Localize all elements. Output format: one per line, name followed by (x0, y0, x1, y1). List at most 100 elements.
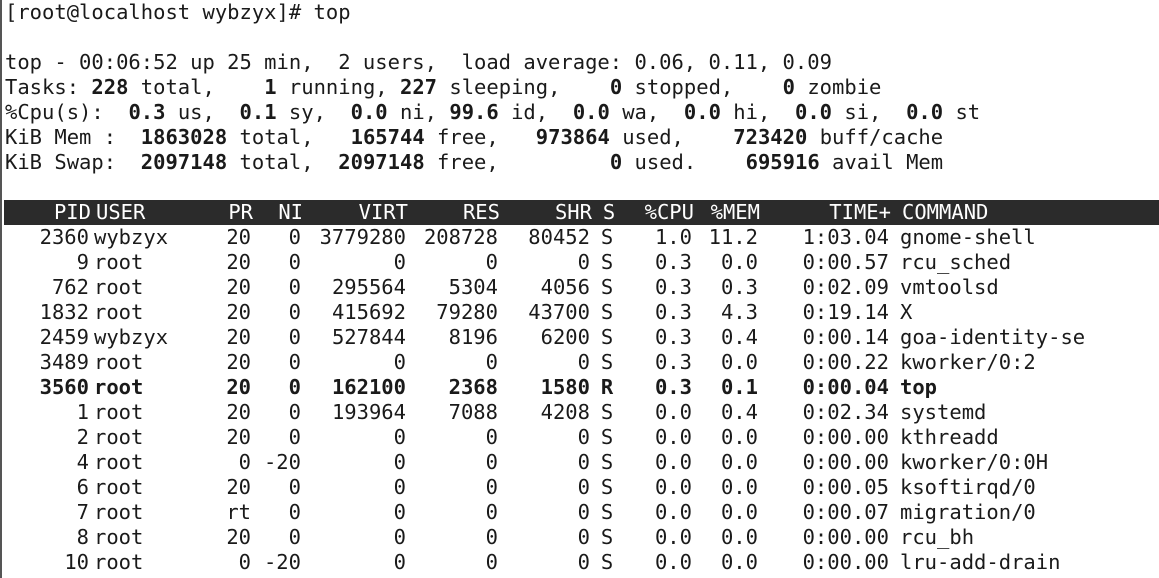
process-virt: 0 (393, 500, 406, 524)
process-user: root (94, 300, 144, 324)
process-cpu: 1.0 (654, 225, 692, 249)
col-header-pr[interactable]: PR (216, 200, 253, 225)
process-row[interactable]: 6 root 20 0 0 0 0 S 0.0 0.0 0:00.05 ksoftirqd/0 (2, 475, 1159, 500)
process-virt: 3779280 (319, 225, 406, 249)
process-state: S (600, 275, 614, 299)
process-row[interactable]: 2459 wybzyx 20 0 527844 8196 6200 S 0.3 0.4 0:00.1… (2, 325, 1159, 350)
process-virt: 193964 (331, 400, 406, 424)
process-user: root (94, 450, 144, 474)
col-header-shr[interactable]: SHR (500, 200, 592, 225)
process-table-header: PID USER PR NI VIRT RES SHR S %CPU %MEM … (4, 200, 1159, 225)
process-time: 0:19.14 (802, 300, 889, 324)
process-row[interactable]: 9 root 20 0 0 0 0 S 0.3 0.0 0:00.57 rcu_sched (2, 250, 1159, 275)
process-ni: 0 (288, 325, 301, 349)
process-pr: 20 (226, 525, 251, 549)
process-virt: 415692 (331, 300, 406, 324)
process-pr: 20 (226, 325, 251, 349)
process-shr: 6200 (540, 325, 590, 349)
process-virt: 0 (393, 350, 406, 374)
process-res: 0 (485, 350, 498, 374)
process-res: 208728 (423, 225, 498, 249)
process-shr: 0 (577, 500, 590, 524)
process-cpu: 0.0 (654, 500, 692, 524)
process-shr: 0 (577, 350, 590, 374)
col-header-pid[interactable]: PID (4, 200, 91, 225)
process-row[interactable]: 3489 root 20 0 0 0 0 S 0.3 0.0 0:00.22 kworker/0:2 (2, 350, 1159, 375)
col-header-ni[interactable]: NI (253, 200, 303, 225)
process-command: kthreadd (900, 425, 999, 449)
process-row[interactable]: 8 root 20 0 0 0 0 S 0.0 0.0 0:00.00 rcu_bh (2, 525, 1159, 550)
process-mem: 0.0 (720, 425, 758, 449)
process-shr: 0 (577, 550, 590, 574)
process-ni: -20 (263, 550, 301, 574)
process-mem: 0.4 (720, 325, 758, 349)
process-virt: 0 (393, 525, 406, 549)
process-ni: 0 (288, 300, 301, 324)
process-pid: 9 (76, 250, 89, 274)
col-header-cpu[interactable]: %CPU (619, 200, 694, 225)
process-pr: 20 (226, 475, 251, 499)
cpu-line: %Cpu(s): 0.3 us, 0.1 sy, 0.0 ni, 99.6 id… (5, 100, 981, 124)
process-pid: 7 (76, 500, 89, 524)
process-row[interactable]: 1832 root 20 0 415692 79280 43700 S 0.3 4.3 0:19.1… (2, 300, 1159, 325)
process-virt: 527844 (331, 325, 406, 349)
process-ni: 0 (288, 350, 301, 374)
process-shr: 1580 (540, 375, 590, 399)
process-mem: 11.2 (708, 225, 758, 249)
process-user: root (94, 250, 144, 274)
process-cpu: 0.3 (654, 325, 692, 349)
process-pid: 2 (76, 425, 89, 449)
process-virt: 0 (393, 550, 406, 574)
process-row[interactable]: 3560 root 20 0 162100 2368 1580 R 0.3 0.1 0:00.04 t… (2, 375, 1159, 400)
process-res: 79280 (436, 300, 498, 324)
process-row[interactable]: 7 root rt 0 0 0 0 S 0.0 0.0 0:00.07 migration/0 (2, 500, 1159, 525)
process-cpu: 0.3 (654, 250, 692, 274)
process-pr: 20 (226, 225, 251, 249)
process-ni: 0 (288, 400, 301, 424)
process-pr: 20 (226, 250, 251, 274)
process-shr: 0 (577, 450, 590, 474)
process-mem: 0.0 (720, 350, 758, 374)
process-pid: 10 (64, 550, 89, 574)
process-cpu: 0.0 (654, 550, 692, 574)
col-header-res[interactable]: RES (408, 200, 500, 225)
process-pid: 3489 (39, 350, 89, 374)
mem-line: KiB Mem : 1863028 total, 165744 free, 97… (5, 125, 944, 149)
process-user: root (94, 400, 144, 424)
process-row[interactable]: 1 root 20 0 193964 7088 4208 S 0.0 0.4 0:02.34 syst… (2, 400, 1159, 425)
terminal-window[interactable]: [root@localhost wybzyx]# top top - 00:06… (0, 0, 1159, 578)
process-state: S (600, 350, 614, 374)
process-row[interactable]: 2360 wybzyx 20 0 3779280 208728 80452 S 1.0 11.2 1… (2, 225, 1159, 250)
process-cpu: 0.0 (654, 525, 692, 549)
process-shr: 0 (577, 475, 590, 499)
process-mem: 0.1 (720, 375, 758, 399)
process-mem: 0.4 (720, 400, 758, 424)
process-user: root (94, 475, 144, 499)
process-row[interactable]: 4 root 0 -20 0 0 0 S 0.0 0.0 0:00.00 kworker/0:0H (2, 450, 1159, 475)
process-state: S (600, 325, 614, 349)
process-user: root (94, 500, 144, 524)
process-state: S (600, 225, 614, 249)
process-command: top (900, 375, 938, 399)
col-header-command[interactable]: COMMAND (902, 200, 1157, 225)
process-shr: 80452 (528, 225, 590, 249)
col-header-user[interactable]: USER (96, 200, 216, 225)
process-res: 0 (485, 450, 498, 474)
process-cpu: 0.0 (654, 425, 692, 449)
col-header-mem[interactable]: %MEM (694, 200, 760, 225)
process-user: root (94, 350, 144, 374)
col-header-virt[interactable]: VIRT (303, 200, 408, 225)
process-mem: 0.0 (720, 475, 758, 499)
process-command: lru-add-drain (900, 550, 1061, 574)
process-row[interactable]: 2 root 20 0 0 0 0 S 0.0 0.0 0:00.00 kthreadd (2, 425, 1159, 450)
process-command: systemd (900, 400, 987, 424)
process-command: kworker/0:2 (900, 350, 1036, 374)
process-time: 1:03.04 (802, 225, 889, 249)
process-time: 0:00.04 (802, 375, 889, 399)
process-time: 0:00.00 (802, 525, 889, 549)
process-row[interactable]: 10 root 0 -20 0 0 0 S 0.0 0.0 0:00.00 lru-add-drain (2, 550, 1159, 575)
col-header-state[interactable]: S (599, 200, 619, 225)
col-header-time[interactable]: TIME+ (760, 200, 891, 225)
process-row[interactable]: 762 root 20 0 295564 5304 4056 S 0.3 0.3 0:02.09 vm… (2, 275, 1159, 300)
process-time: 0:00.00 (802, 450, 889, 474)
